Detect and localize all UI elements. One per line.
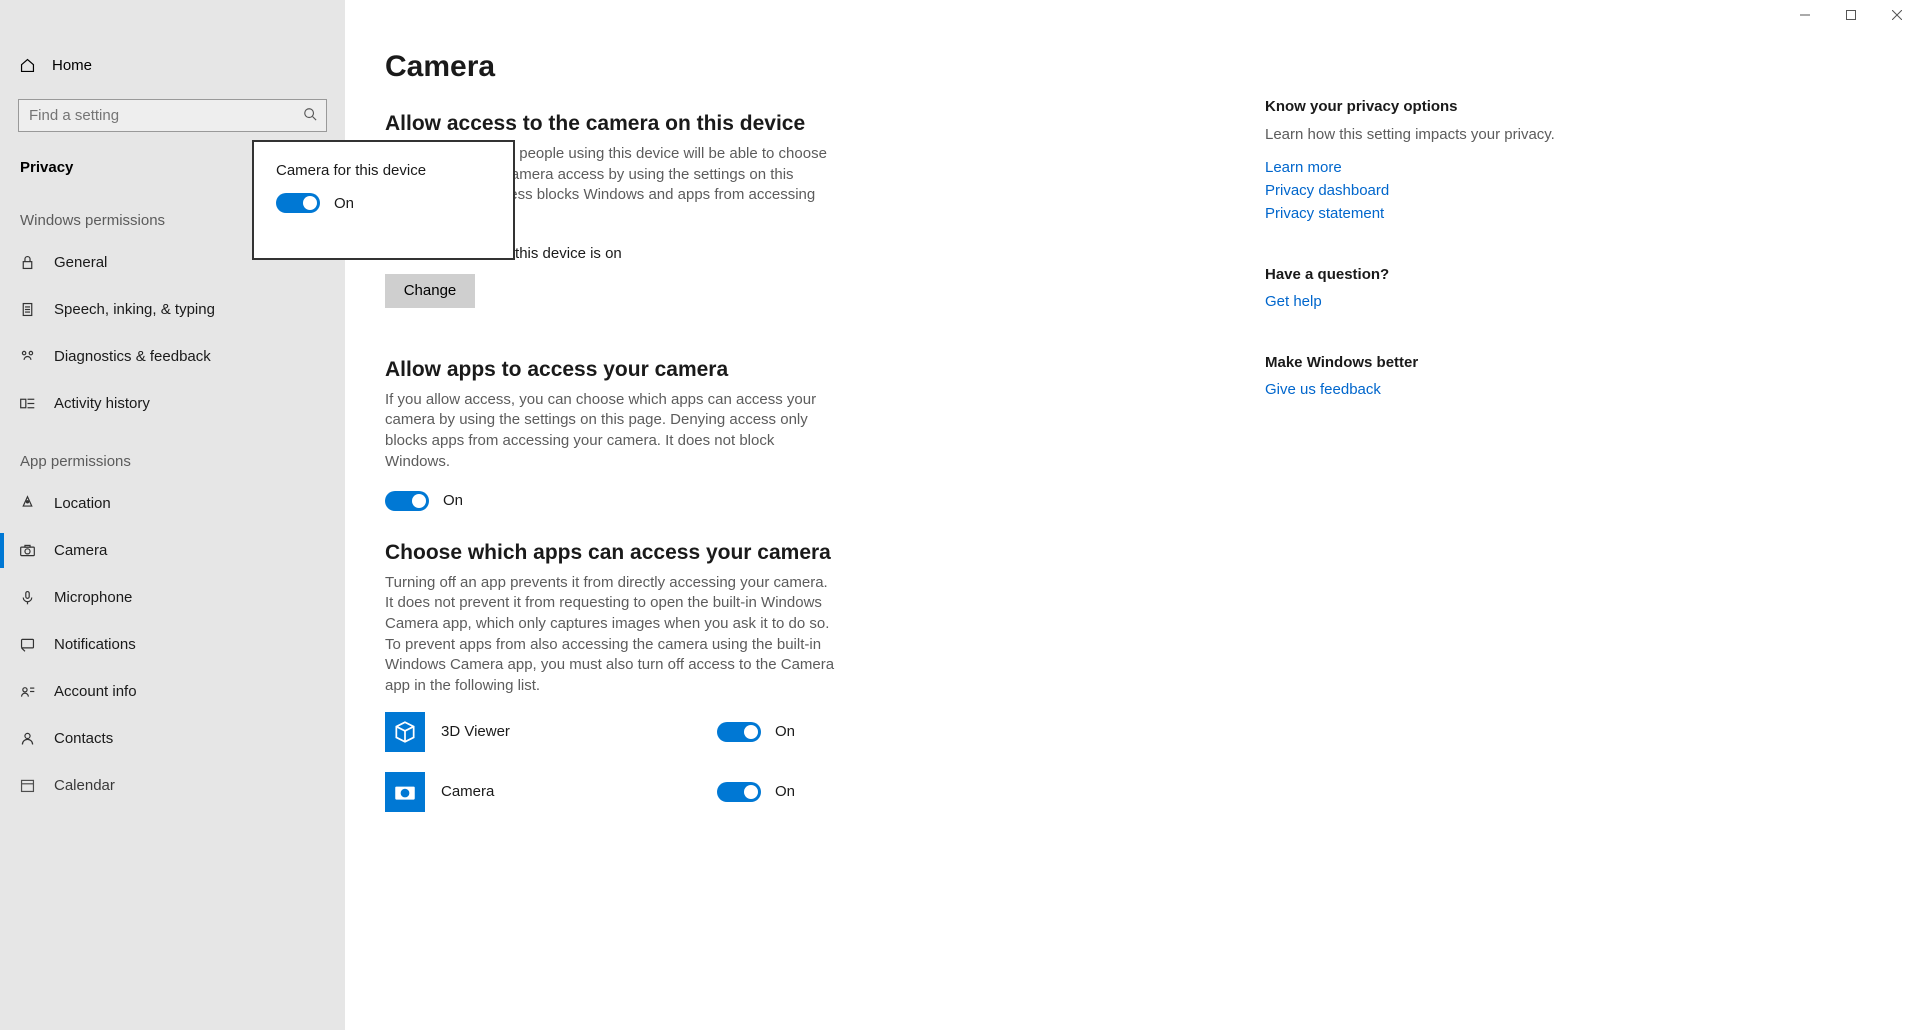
account-icon bbox=[18, 683, 36, 700]
app-name-label: 3D Viewer bbox=[441, 723, 701, 740]
sidebar-item-location[interactable]: Location bbox=[0, 480, 345, 527]
sidebar-item-label: Notifications bbox=[54, 636, 136, 653]
sidebar-item-speech[interactable]: Speech, inking, & typing bbox=[0, 286, 345, 333]
flyout-title: Camera for this device bbox=[276, 162, 491, 179]
link-privacy-statement[interactable]: Privacy statement bbox=[1265, 205, 1585, 222]
sidebar-item-label: Camera bbox=[54, 542, 107, 559]
toggle-state-label: On bbox=[775, 783, 795, 800]
section-heading: Choose which apps can access your camera bbox=[385, 541, 1205, 565]
location-icon bbox=[18, 495, 36, 512]
section-description: If you allow access, you can choose whic… bbox=[385, 390, 835, 473]
sidebar-item-calendar[interactable]: Calendar bbox=[0, 762, 345, 809]
sidebar-group-heading: App permissions bbox=[0, 427, 345, 480]
change-button[interactable]: Change bbox=[385, 274, 475, 308]
aside-text: Learn how this setting impacts your priv… bbox=[1265, 125, 1585, 145]
feedback-icon bbox=[18, 348, 36, 365]
allow-apps-toggle[interactable] bbox=[385, 491, 429, 511]
app-icon-camera bbox=[385, 772, 425, 812]
sidebar-item-notifications[interactable]: Notifications bbox=[0, 621, 345, 668]
sidebar-item-diagnostics[interactable]: Diagnostics & feedback bbox=[0, 333, 345, 380]
sidebar-item-account-info[interactable]: Account info bbox=[0, 668, 345, 715]
toggle-state-label: On bbox=[775, 723, 795, 740]
microphone-icon bbox=[18, 589, 36, 606]
contacts-icon bbox=[18, 730, 36, 747]
page-title: Camera bbox=[385, 50, 1205, 84]
link-privacy-dashboard[interactable]: Privacy dashboard bbox=[1265, 182, 1585, 199]
clipboard-icon bbox=[18, 301, 36, 318]
info-panel: Know your privacy options Learn how this… bbox=[1265, 50, 1585, 1030]
aside-heading: Know your privacy options bbox=[1265, 98, 1585, 115]
camera-icon bbox=[18, 542, 36, 559]
toggle-state-label: On bbox=[443, 492, 463, 509]
camera-device-flyout: Camera for this device On bbox=[252, 140, 515, 260]
sidebar-item-label: Microphone bbox=[54, 589, 132, 606]
aside-heading: Have a question? bbox=[1265, 266, 1585, 283]
sidebar-item-label: Contacts bbox=[54, 730, 113, 747]
sidebar-item-home[interactable]: Home bbox=[0, 42, 345, 89]
sidebar-item-label: Account info bbox=[54, 683, 137, 700]
app-toggle[interactable] bbox=[717, 722, 761, 742]
app-toggle[interactable] bbox=[717, 782, 761, 802]
sidebar-item-contacts[interactable]: Contacts bbox=[0, 715, 345, 762]
sidebar-item-label: Speech, inking, & typing bbox=[54, 301, 215, 318]
notifications-icon bbox=[18, 636, 36, 653]
sidebar-item-microphone[interactable]: Microphone bbox=[0, 574, 345, 621]
link-give-feedback[interactable]: Give us feedback bbox=[1265, 381, 1585, 398]
app-icon-3d-viewer bbox=[385, 712, 425, 752]
timeline-icon bbox=[18, 395, 36, 412]
search-input[interactable] bbox=[18, 99, 327, 132]
toggle-state-label: On bbox=[334, 195, 354, 212]
lock-icon bbox=[18, 254, 36, 271]
section-description: Turning off an app prevents it from dire… bbox=[385, 573, 835, 697]
section-heading: Allow apps to access your camera bbox=[385, 358, 1205, 382]
app-permission-row: Camera On bbox=[385, 767, 825, 817]
camera-device-toggle[interactable] bbox=[276, 193, 320, 213]
sidebar-item-label: Diagnostics & feedback bbox=[54, 348, 211, 365]
section-heading: Allow access to the camera on this devic… bbox=[385, 112, 1205, 136]
app-name-label: Camera bbox=[441, 783, 701, 800]
link-learn-more[interactable]: Learn more bbox=[1265, 159, 1585, 176]
sidebar-item-label: Calendar bbox=[54, 777, 115, 794]
calendar-icon bbox=[18, 777, 36, 794]
sidebar-item-camera[interactable]: Camera bbox=[0, 527, 345, 574]
link-get-help[interactable]: Get help bbox=[1265, 293, 1585, 310]
sidebar-item-label: Activity history bbox=[54, 395, 150, 412]
sidebar-item-activity-history[interactable]: Activity history bbox=[0, 380, 345, 427]
home-icon bbox=[18, 57, 36, 74]
sidebar-item-label: General bbox=[54, 254, 107, 271]
sidebar-item-label: Home bbox=[52, 57, 92, 74]
app-permission-row: 3D Viewer On bbox=[385, 707, 825, 757]
sidebar-item-label: Location bbox=[54, 495, 111, 512]
aside-heading: Make Windows better bbox=[1265, 354, 1585, 371]
